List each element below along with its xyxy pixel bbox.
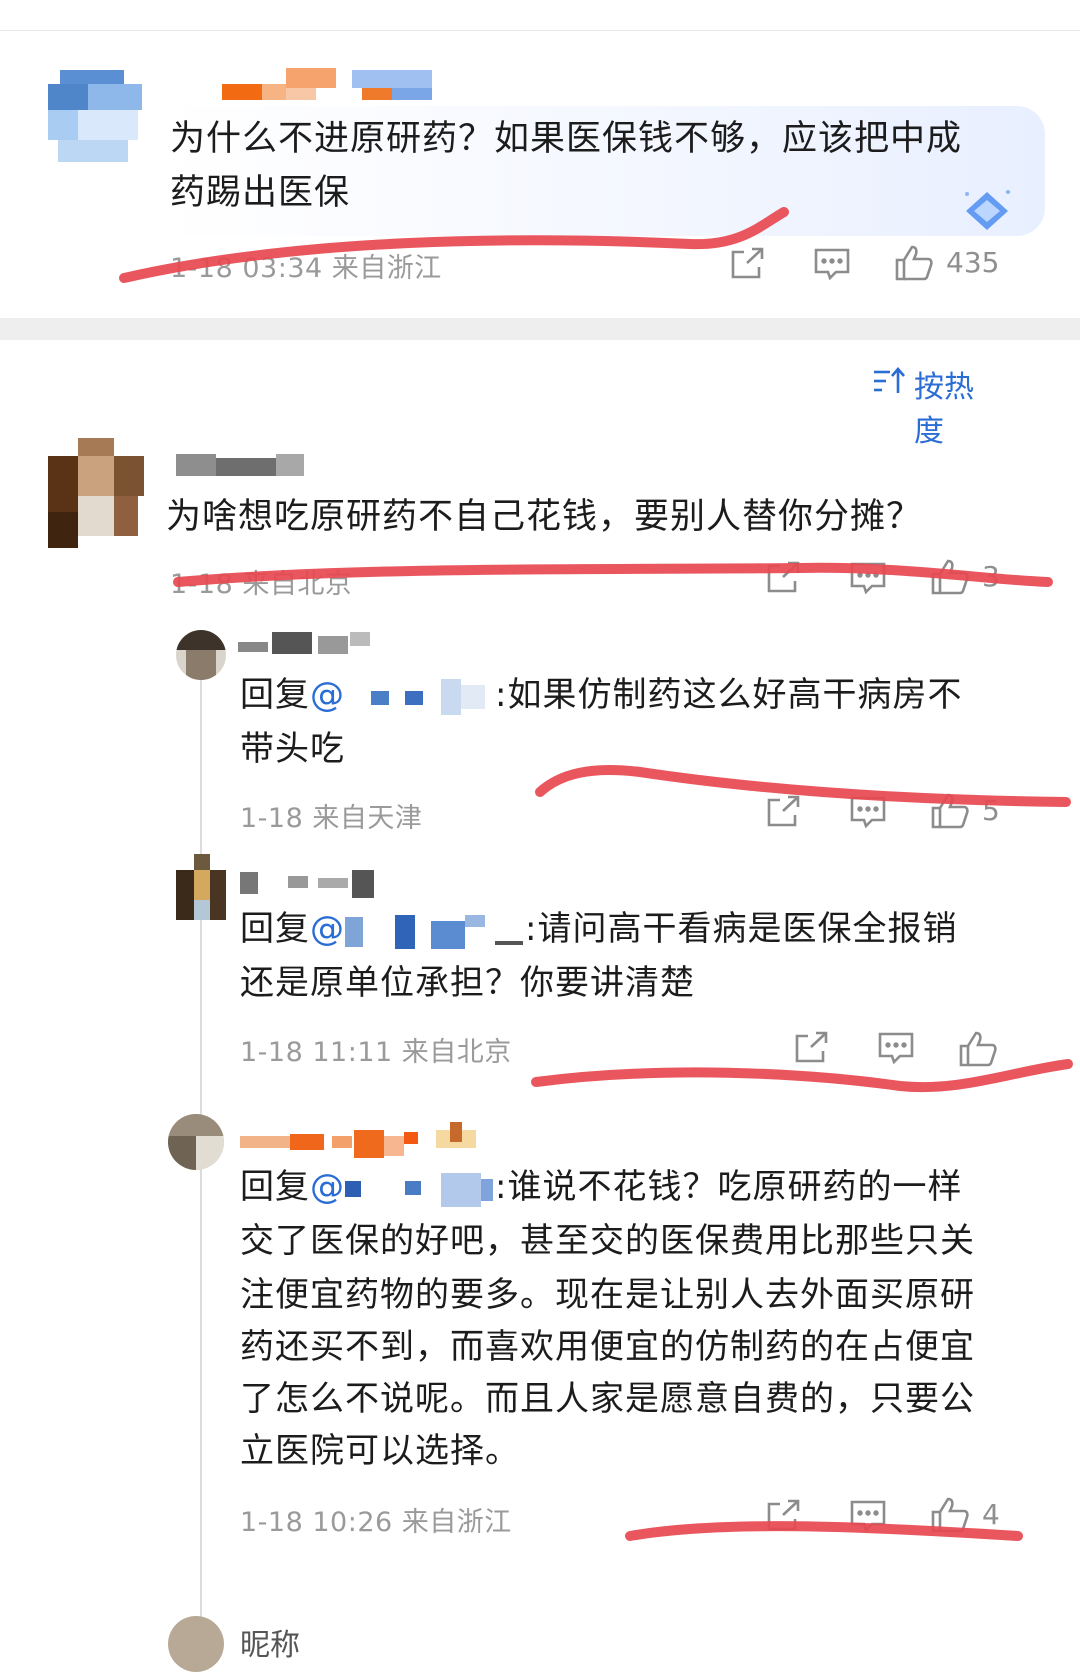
section-divider xyxy=(0,318,1080,340)
reply-prefix: 回复 xyxy=(240,675,310,715)
like-icon[interactable] xyxy=(958,1030,998,1067)
username-redacted[interactable] xyxy=(222,68,437,102)
comment-icon[interactable] xyxy=(876,1030,916,1066)
sort-label: 按热度 xyxy=(914,370,974,449)
sort-icon xyxy=(872,366,906,396)
reply-text-line3: 注便宜药物的要多。现在是让别人去外面买原研 xyxy=(240,1275,975,1315)
reply-text-line6: 立医院可以选择。 xyxy=(240,1431,520,1471)
share-icon[interactable] xyxy=(764,794,804,830)
share-icon[interactable] xyxy=(728,246,768,282)
username-redacted[interactable] xyxy=(238,632,373,654)
comment-icon[interactable] xyxy=(848,794,888,830)
reply-body: :谁说不花钱？吃原研药的一样 xyxy=(495,1167,963,1207)
avatar[interactable] xyxy=(48,70,148,165)
comment-text-line2: 药踢出医保 xyxy=(170,173,351,213)
like-count: 4 xyxy=(982,1498,1000,1531)
mention-redacted xyxy=(345,1169,495,1209)
reply-text-line1: 回复@ :请问高干看病是医保全报销 xyxy=(240,902,957,957)
share-icon[interactable] xyxy=(792,1030,832,1066)
like-icon[interactable] xyxy=(894,244,934,281)
like-count: 435 xyxy=(946,246,1000,279)
comment-text: 为啥想吃原研药不自己花钱，要别人替你分摊？ xyxy=(166,497,923,537)
reply-text-line5: 了怎么不说呢。而且人家是愿意自费的，只要公 xyxy=(240,1379,975,1419)
avatar[interactable] xyxy=(176,854,226,920)
share-icon[interactable] xyxy=(764,1498,804,1534)
top-divider xyxy=(0,30,1080,31)
mention-link[interactable]: @ xyxy=(310,675,345,715)
mention-redacted xyxy=(345,677,495,717)
username-partial[interactable]: 昵称 xyxy=(240,1620,300,1664)
reply-body: :如果仿制药这么好高干病房不 xyxy=(495,675,963,715)
share-icon[interactable] xyxy=(764,560,804,596)
avatar[interactable] xyxy=(176,630,226,680)
comment-icon[interactable] xyxy=(848,1498,888,1534)
reply-prefix: 回复 xyxy=(240,909,310,949)
comment-text-line1: 为什么不进原研药？如果医保钱不够，应该把中成 xyxy=(170,119,963,159)
like-count: 5 xyxy=(982,794,1000,827)
reply-body: :请问高干看病是医保全报销 xyxy=(525,909,958,949)
username-redacted[interactable] xyxy=(240,1122,480,1158)
mention-link[interactable]: @ xyxy=(310,909,345,949)
reply-text-line1: 回复@ :谁说不花钱？吃原研药的一样 xyxy=(240,1160,962,1215)
like-icon[interactable] xyxy=(930,1496,970,1533)
reply-text-line2: 还是原单位承担？你要讲清楚 xyxy=(240,963,695,1003)
avatar[interactable] xyxy=(168,1114,224,1170)
sort-control[interactable]: 按热度 xyxy=(872,362,1002,449)
reply-text-line1: 回复@ :如果仿制药这么好高干病房不 xyxy=(240,668,962,723)
reply-meta: 1-18 11:11 来自北京 xyxy=(240,1037,512,1068)
comment-icon[interactable] xyxy=(848,560,888,596)
reply-meta: 1-18 来自天津 xyxy=(240,803,423,834)
like-icon[interactable] xyxy=(930,558,970,595)
comment-meta: 1-18 来自北京 xyxy=(170,569,353,600)
comment-meta: 1-18 03:34 来自浙江 xyxy=(170,253,442,284)
reply-text-line2: 交了医保的好吧，甚至交的医保费用比那些只关 xyxy=(240,1221,975,1261)
username-redacted[interactable] xyxy=(240,868,385,898)
username-redacted[interactable] xyxy=(176,454,306,476)
reply-prefix: 回复 xyxy=(240,1167,310,1207)
avatar[interactable] xyxy=(168,1616,224,1672)
avatar[interactable] xyxy=(48,438,144,550)
reply-meta: 1-18 10:26 来自浙江 xyxy=(240,1507,512,1538)
mention-redacted xyxy=(345,911,525,951)
reply-text-line4: 药还买不到，而喜欢用便宜的仿制药的在占便宜 xyxy=(240,1327,975,1367)
like-icon[interactable] xyxy=(930,792,970,829)
like-count: 3 xyxy=(982,560,1000,593)
diamond-badge-icon xyxy=(962,188,1012,234)
mention-link[interactable]: @ xyxy=(310,1167,345,1207)
reply-text-line2: 带头吃 xyxy=(240,729,345,769)
comment-icon[interactable] xyxy=(812,246,852,282)
